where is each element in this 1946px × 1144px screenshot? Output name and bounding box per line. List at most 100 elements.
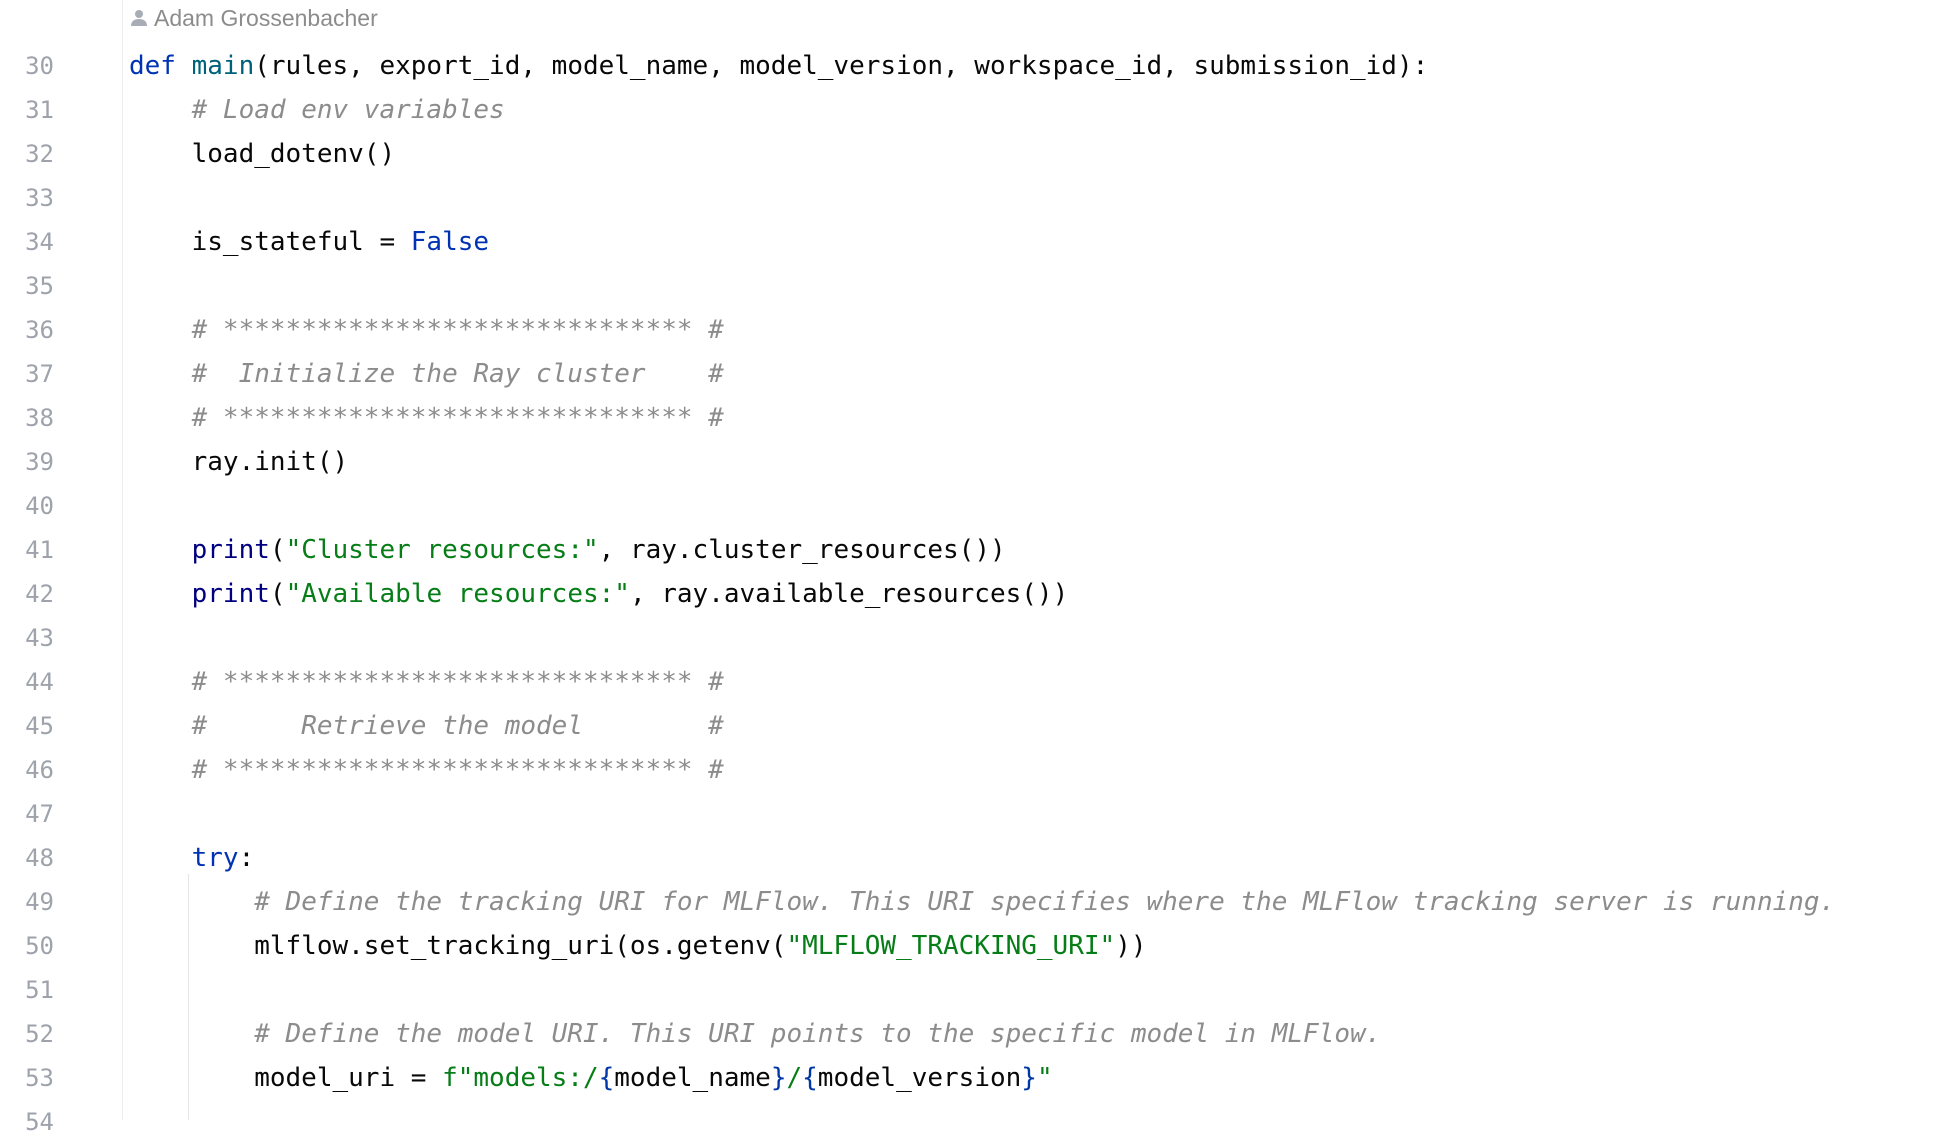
line-number: 48: [25, 844, 54, 872]
code-line[interactable]: 53 model_uri = f"models:/{model_name}/{m…: [0, 1056, 1946, 1100]
code-token: (: [269, 579, 286, 609]
code-line[interactable]: 49 # Define the tracking URI for MLFlow.…: [0, 880, 1946, 924]
line-number: 38: [25, 404, 54, 432]
code-line[interactable]: 38 # ****************************** #: [0, 396, 1946, 440]
person-icon: [130, 8, 148, 28]
code-line[interactable]: 31 # Load env variables: [0, 88, 1946, 132]
code-text[interactable]: is_stateful = False: [129, 220, 489, 264]
code-line[interactable]: 35: [0, 264, 1946, 308]
line-number: 40: [25, 492, 54, 520]
code-line[interactable]: 48 try:: [0, 836, 1946, 880]
line-number: 47: [25, 800, 54, 828]
line-number: 43: [25, 624, 54, 652]
code-token: try: [191, 843, 239, 873]
code-line[interactable]: 30 def main(rules, export_id, model_name,…: [0, 44, 1946, 88]
line-number: 49: [25, 888, 54, 916]
code-line[interactable]: 42 print("Available resources:", ray.ava…: [0, 572, 1946, 616]
code-text[interactable]: # Initialize the Ray cluster #: [129, 352, 724, 396]
code-token: }: [1021, 1063, 1037, 1093]
code-text[interactable]: # Define the tracking URI for MLFlow. Th…: [129, 880, 1835, 924]
line-number: 50: [25, 932, 54, 960]
code-line[interactable]: 39 ray.init(): [0, 440, 1946, 484]
code-token: "Available resources:": [285, 579, 630, 609]
code-token: # Retrieve the model #: [191, 711, 724, 741]
code-token: # ****************************** #: [191, 667, 724, 697]
code-text[interactable]: model_uri = f"models:/{model_name}/{mode…: [129, 1056, 1052, 1100]
code-editor[interactable]: Adam Grossenbacher 30 def main(rules, exp…: [0, 0, 1946, 1136]
line-number: 42: [25, 580, 54, 608]
code-author-hint[interactable]: Adam Grossenbacher: [130, 2, 378, 34]
code-token: (: [269, 535, 286, 565]
code-token: {: [802, 1063, 818, 1093]
line-number: 52: [25, 1020, 54, 1048]
code-text[interactable]: load_dotenv(): [129, 132, 396, 176]
code-token: , ray.available_resources()): [629, 579, 1069, 609]
code-text[interactable]: # Define the model URI. This URI points …: [129, 1012, 1381, 1056]
code-line[interactable]: 45 # Retrieve the model #: [0, 704, 1946, 748]
code-line[interactable]: 52 # Define the model URI. This URI poin…: [0, 1012, 1946, 1056]
code-text[interactable]: # ****************************** #: [129, 660, 724, 704]
line-number: 39: [25, 448, 54, 476]
code-token: (rules, export_id, model_name, model_ver…: [254, 51, 1429, 81]
code-text[interactable]: try:: [129, 836, 255, 880]
code-text[interactable]: # Retrieve the model #: [129, 704, 724, 748]
line-number: 46: [25, 756, 54, 784]
code-token: print: [191, 579, 270, 609]
code-token: f"models:/: [442, 1063, 599, 1093]
code-token: # Define the tracking URI for MLFlow. Th…: [254, 887, 1836, 917]
code-token: # ****************************** #: [191, 755, 724, 785]
code-line[interactable]: 33: [0, 176, 1946, 220]
code-line[interactable]: 41 print("Cluster resources:", ray.clust…: [0, 528, 1946, 572]
code-token: model_version: [817, 1063, 1022, 1093]
code-line[interactable]: 37 # Initialize the Ray cluster #: [0, 352, 1946, 396]
code-line[interactable]: 46 # ****************************** #: [0, 748, 1946, 792]
line-number: 34: [25, 228, 54, 256]
code-text[interactable]: def main(rules, export_id, model_name, m…: [129, 44, 1428, 88]
code-line[interactable]: 40: [0, 484, 1946, 528]
code-token: False: [410, 227, 490, 257]
code-token: load_dotenv(): [129, 139, 396, 169]
code-token: mlflow.set_tracking_uri(os.getenv(: [129, 931, 787, 961]
code-line[interactable]: 36 # ****************************** #: [0, 308, 1946, 352]
code-token: ray.init(): [129, 447, 349, 477]
line-number: 37: [25, 360, 54, 388]
line-number: 41: [25, 536, 54, 564]
code-text[interactable]: ray.init(): [129, 440, 349, 484]
code-text[interactable]: # ****************************** #: [129, 396, 724, 440]
code-token: model_name: [614, 1063, 771, 1093]
line-number: 36: [25, 316, 54, 344]
line-number: 53: [25, 1064, 54, 1092]
code-token: is_stateful =: [129, 227, 411, 257]
code-text[interactable]: # ****************************** #: [129, 748, 724, 792]
code-line[interactable]: 43: [0, 616, 1946, 660]
code-line[interactable]: 47: [0, 792, 1946, 836]
code-line[interactable]: 34 is_stateful = False: [0, 220, 1946, 264]
line-number: 45: [25, 712, 54, 740]
code-lines[interactable]: 30 def main(rules, export_id, model_name,…: [0, 44, 1946, 1144]
code-line[interactable]: 50 mlflow.set_tracking_uri(os.getenv("ML…: [0, 924, 1946, 968]
line-number: 32: [25, 140, 54, 168]
code-text[interactable]: print("Available resources:", ray.availa…: [129, 572, 1069, 616]
code-line[interactable]: 32 load_dotenv(): [0, 132, 1946, 176]
code-text[interactable]: mlflow.set_tracking_uri(os.getenv("MLFLO…: [129, 924, 1146, 968]
code-line[interactable]: 44 # ****************************** #: [0, 660, 1946, 704]
code-line[interactable]: 54: [0, 1100, 1946, 1144]
code-token: }: [770, 1063, 787, 1093]
line-number: 51: [25, 976, 54, 1004]
line-number: 54: [25, 1108, 54, 1136]
code-text[interactable]: print("Cluster resources:", ray.cluster_…: [129, 528, 1006, 572]
code-line[interactable]: 51: [0, 968, 1946, 1012]
code-token: {: [598, 1063, 615, 1093]
code-text[interactable]: # ****************************** #: [129, 308, 724, 352]
line-number: 44: [25, 668, 54, 696]
code-token: model_uri =: [129, 1063, 443, 1093]
code-text[interactable]: # Load env variables: [129, 88, 505, 132]
code-token: print: [191, 535, 270, 565]
code-token: /: [786, 1063, 803, 1093]
